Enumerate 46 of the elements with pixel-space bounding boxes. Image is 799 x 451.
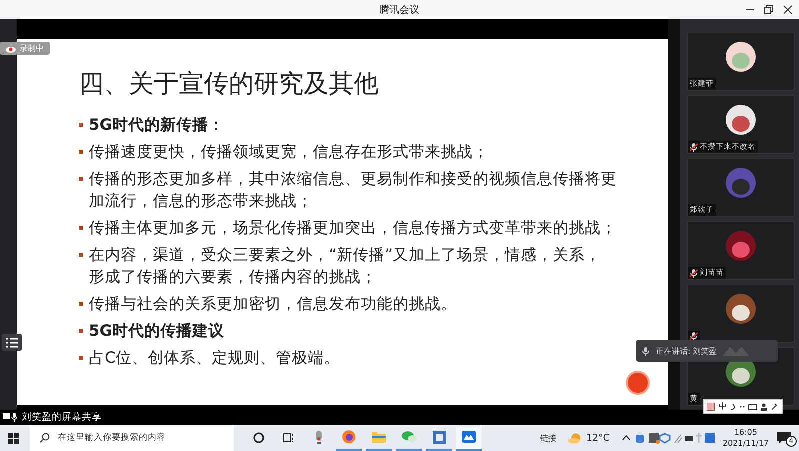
avatar — [726, 231, 756, 261]
search-icon — [40, 433, 50, 443]
close-icon — [782, 4, 792, 14]
search-field[interactable]: 在这里输入你要搜索的内容 — [30, 425, 234, 451]
bullet-marker — [79, 253, 83, 257]
bullet-text: 传播主体更加多元，场景化传播更加突出，信息传播方式变革带来的挑战； — [89, 218, 617, 239]
share-label: 刘笑盈的屏幕共享 — [22, 411, 102, 424]
cloud-record-icon — [6, 44, 16, 52]
bullet-marker — [79, 226, 83, 230]
tray-icons-drawing[interactable] — [634, 432, 715, 444]
bullet-text: 传播与社会的关系更加密切，信息发布功能的挑战。 — [89, 294, 458, 315]
restore-icon — [764, 4, 774, 14]
mic-icon — [642, 346, 650, 356]
avatar — [726, 294, 756, 324]
bullet-text: 传播的形态更加多样，其中浓缩信息、更易制作和接受的视频信息传播将更加流行，信息的形态带来挑战； — [89, 169, 617, 212]
bullet-marker — [79, 177, 83, 181]
list-icon — [6, 338, 18, 348]
ime-tools-icon[interactable] — [731, 402, 779, 410]
avatar — [726, 105, 756, 135]
share-status-icon — [3, 413, 19, 422]
speaking-text: 正在讲话: 刘笑盈 — [656, 346, 718, 356]
ime-logo-icon — [707, 402, 715, 410]
bullet-marker — [79, 123, 83, 127]
meeting-app-icon[interactable] — [456, 425, 482, 451]
window-title: 腾讯会议 — [380, 4, 420, 16]
bullet-text: 占C位、创体系、定规则、管极端。 — [89, 348, 341, 369]
menu-button[interactable] — [2, 334, 22, 351]
links-label[interactable]: 链接 — [540, 432, 556, 444]
bullet-marker — [79, 302, 83, 306]
clock[interactable]: 16:05 2021/11/17 — [722, 427, 769, 449]
bullet-marker — [79, 329, 83, 333]
bullet-marker — [79, 150, 83, 154]
bullet-text: 5G时代的新传播： — [89, 115, 226, 136]
windows-icon — [8, 432, 18, 444]
bullet-text: 传播速度更快，传播领域更宽，信息存在形式带来挑战； — [89, 142, 490, 163]
bullet-text: 在内容，渠道，受众三要素之外，“新传播”又加上了场景，情感，关系，形成了传播的六要素，传播内容的挑战； — [89, 245, 602, 288]
bullet-text: 5G时代的传播建议 — [89, 321, 226, 342]
avatar — [726, 42, 756, 72]
record-button[interactable] — [626, 371, 650, 395]
slide-title: 四、关于宣传的研究及其他 — [79, 70, 380, 100]
avatar — [726, 168, 756, 198]
ime-mode[interactable]: 中 — [719, 401, 727, 412]
recording-badge: 录制中 — [0, 42, 50, 55]
temperature[interactable]: 12°C — [586, 432, 610, 444]
chevron-up-icon[interactable] — [622, 435, 631, 441]
bullet-marker — [79, 356, 83, 360]
